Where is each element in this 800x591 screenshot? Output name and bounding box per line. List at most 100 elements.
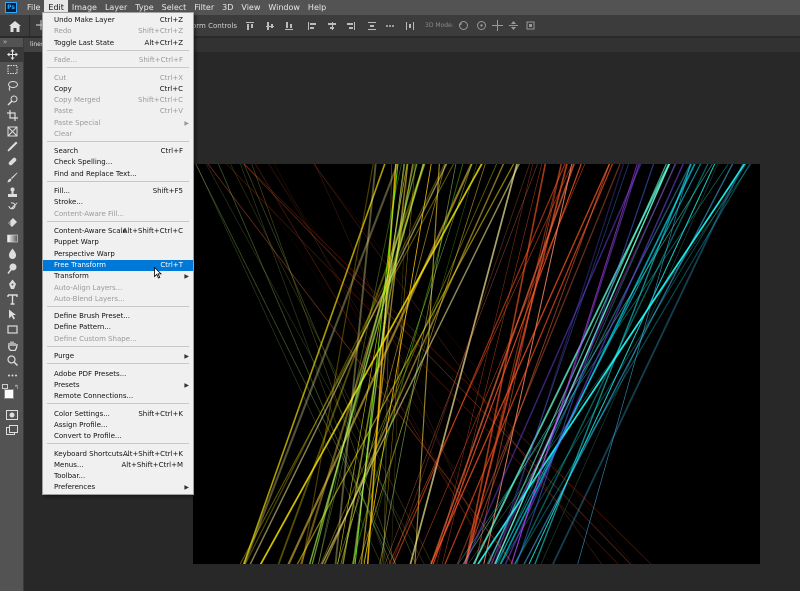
clone-stamp-tool-icon[interactable]	[0, 185, 24, 200]
menu-3d[interactable]: 3D	[218, 0, 237, 15]
submenu-arrow-icon: ▶	[184, 381, 189, 389]
menu-item-adobe-pdf-presets[interactable]: Adobe PDF Presets...	[43, 369, 193, 380]
menu-item-undo-make-layer[interactable]: Undo Make Layer Ctrl+Z	[43, 15, 193, 26]
light-ray	[540, 164, 718, 564]
menu-filter[interactable]: Filter	[190, 0, 218, 15]
crop-tool-icon[interactable]	[0, 108, 24, 123]
quick-mask-icon[interactable]	[0, 408, 24, 423]
menu-item-shortcut: Alt+Shift+Ctrl+K	[122, 449, 183, 458]
menu-item-label: Keyboard Shortcuts...	[54, 449, 130, 458]
light-ray	[491, 164, 629, 564]
menu-item-find-and-replace-text[interactable]: Find and Replace Text...	[43, 169, 193, 180]
menu-item-shortcut: Alt+Ctrl+Z	[144, 38, 183, 47]
zoom-tool-icon[interactable]	[0, 353, 24, 368]
menu-item-color-settings[interactable]: Color Settings... Shift+Ctrl+K	[43, 409, 193, 420]
gradient-tool-icon[interactable]	[0, 231, 24, 246]
marquee-tool-icon[interactable]	[0, 62, 24, 77]
dodge-tool-icon[interactable]	[0, 261, 24, 276]
menu-item-check-spelling[interactable]: Check Spelling...	[43, 157, 193, 168]
menu-item-auto-align-layers: Auto-Align Layers...	[43, 283, 193, 294]
home-button[interactable]	[0, 15, 30, 37]
menu-item-shortcut: Shift+Ctrl+F	[138, 56, 183, 64]
healing-brush-tool-icon[interactable]	[0, 154, 24, 169]
distribute-more-icon[interactable]	[384, 20, 395, 31]
menu-item-toggle-last-state[interactable]: Toggle Last State Alt+Ctrl+Z	[43, 38, 193, 49]
menu-item-shortcut: Ctrl+V	[159, 107, 183, 116]
menu-item-free-transform[interactable]: Free Transform Ctrl+T	[43, 259, 193, 272]
align-bottom-icon[interactable]	[283, 20, 294, 31]
3d-orbit-icon[interactable]	[458, 20, 469, 31]
menu-help[interactable]: Help	[304, 0, 330, 15]
menu-item-transform[interactable]: Transform ▶	[43, 271, 193, 282]
eraser-tool-icon[interactable]	[0, 215, 24, 230]
align-vcenter-icon[interactable]	[264, 20, 275, 31]
type-tool-icon[interactable]	[0, 292, 24, 307]
distribute-icon[interactable]	[366, 20, 377, 31]
align-top-icon[interactable]	[244, 20, 255, 31]
menu-item-remote-connections[interactable]: Remote Connections...	[43, 391, 193, 402]
menu-item-label: Convert to Profile...	[54, 432, 122, 441]
menu-item-label: Adobe PDF Presets...	[54, 369, 127, 378]
3d-slide-icon[interactable]	[508, 20, 519, 31]
eyedropper-tool-icon[interactable]	[0, 139, 24, 154]
menu-item-shortcut: Shift+Ctrl+C	[138, 96, 183, 105]
menu-item-assign-profile[interactable]: Assign Profile...	[43, 420, 193, 431]
path-selection-tool-icon[interactable]	[0, 307, 24, 322]
menu-item-keyboard-shortcuts[interactable]: Keyboard Shortcuts... Alt+Shift+Ctrl+K	[43, 449, 193, 460]
quick-select-tool-icon[interactable]	[0, 93, 24, 108]
menu-item-puppet-warp[interactable]: Puppet Warp	[43, 237, 193, 248]
foreground-color-swatch[interactable]	[4, 388, 14, 399]
document-canvas[interactable]	[193, 164, 760, 564]
menu-item-stroke[interactable]: Stroke...	[43, 197, 193, 208]
menu-item-menus[interactable]: Menus... Alt+Shift+Ctrl+M	[43, 460, 193, 471]
blur-tool-icon[interactable]	[0, 246, 24, 261]
menu-item-define-pattern[interactable]: Define Pattern...	[43, 322, 193, 333]
light-ray	[457, 164, 729, 564]
screen-mode-icon[interactable]	[0, 423, 24, 438]
3d-roll-icon[interactable]	[476, 20, 487, 31]
menu-item-copy[interactable]: Copy Ctrl+C	[43, 84, 193, 95]
swap-colors-icon[interactable]: ↰	[14, 384, 19, 391]
align-left-icon[interactable]	[306, 20, 317, 31]
menu-item-search[interactable]: Search Ctrl+F	[43, 146, 193, 157]
submenu-arrow-icon: ▶	[184, 273, 189, 281]
hand-tool-icon[interactable]	[0, 338, 24, 353]
tools-panel: » ↰	[0, 38, 24, 591]
menu-item-label: Paste Special	[54, 118, 101, 127]
lasso-tool-icon[interactable]	[0, 78, 24, 93]
menu-item-toolbar[interactable]: Toolbar...	[43, 471, 193, 482]
menu-item-define-brush-preset[interactable]: Define Brush Preset...	[43, 311, 193, 322]
frame-tool-icon[interactable]	[0, 123, 24, 138]
menu-item-convert-to-profile[interactable]: Convert to Profile...	[43, 431, 193, 442]
menu-view[interactable]: View	[237, 0, 264, 15]
move-tool-icon[interactable]	[0, 47, 24, 63]
menu-window[interactable]: Window	[264, 0, 304, 15]
menu-item-shortcut: Alt+Shift+Ctrl+M	[121, 460, 183, 469]
menu-item-content-aware-scale[interactable]: Content-Aware Scale Alt+Shift+Ctrl+C	[43, 226, 193, 237]
menu-item-redo: Redo Shift+Ctrl+Z	[43, 26, 193, 37]
menu-separator	[47, 140, 189, 142]
toolbar-collapse-icon[interactable]: »	[0, 38, 23, 47]
align-hcenter-icon[interactable]	[326, 20, 337, 31]
rectangle-tool-icon[interactable]	[0, 322, 24, 337]
3d-pan-icon[interactable]	[492, 20, 503, 31]
light-ray	[243, 164, 399, 564]
distribute-spacing-icon[interactable]	[404, 20, 415, 31]
menu-item-fill[interactable]: Fill... Shift+F5	[43, 186, 193, 197]
align-right-icon[interactable]	[345, 20, 356, 31]
menu-item-perspective-warp[interactable]: Perspective Warp	[43, 249, 193, 260]
menu-separator	[47, 363, 189, 364]
menu-item-content-aware-fill: Content-Aware Fill...	[43, 209, 193, 220]
menu-item-purge[interactable]: Purge ▶	[43, 351, 193, 362]
history-brush-tool-icon[interactable]	[0, 200, 24, 215]
menu-item-label: Preferences	[54, 483, 96, 492]
3d-scale-icon[interactable]	[525, 20, 536, 31]
show-transform-controls-label[interactable]: orm Controls	[192, 22, 237, 30]
menu-item-preferences[interactable]: Preferences ▶	[43, 482, 193, 493]
menu-item-presets[interactable]: Presets ▶	[43, 380, 193, 391]
menu-separator	[47, 67, 189, 68]
pen-tool-icon[interactable]	[0, 276, 24, 291]
more-tools-icon[interactable]	[0, 368, 24, 383]
brush-tool-icon[interactable]	[0, 169, 24, 184]
menu-item-label: Clear	[54, 130, 73, 138]
